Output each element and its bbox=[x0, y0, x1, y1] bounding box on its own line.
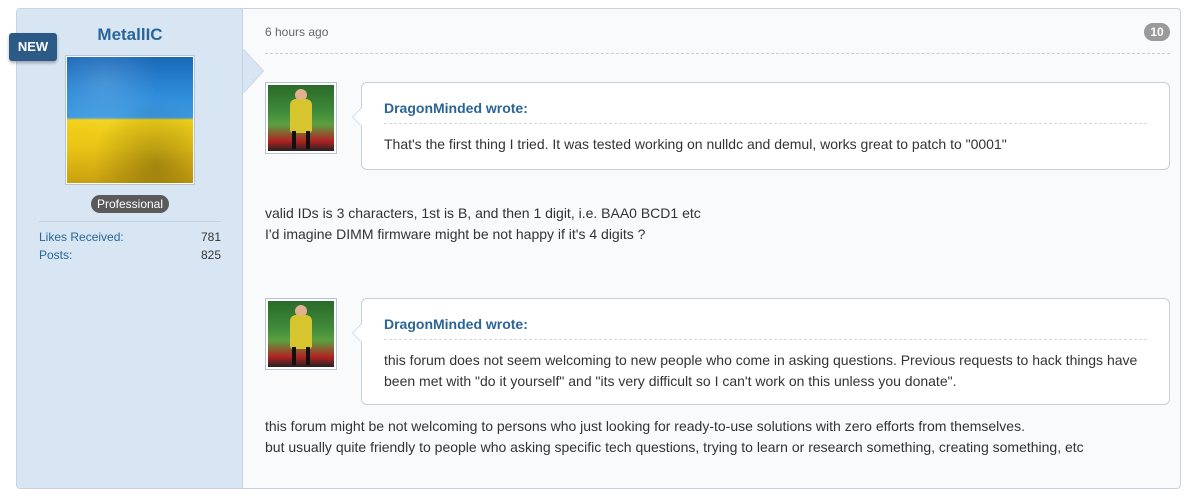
quote-author-link[interactable]: DragonMinded wrote: bbox=[384, 316, 528, 332]
avatar-image bbox=[268, 301, 334, 367]
stat-posts: Posts: 825 bbox=[39, 248, 221, 262]
forum-post: MetallIC Professional Likes Received: 78… bbox=[16, 8, 1181, 489]
reply-line: valid IDs is 3 characters, 1st is B, and… bbox=[265, 205, 701, 221]
quote-text: this forum does not seem welcoming to ne… bbox=[384, 352, 1138, 389]
stat-value: 781 bbox=[200, 230, 221, 244]
rank-badge: Professional bbox=[91, 195, 169, 213]
post-content: 6 hours ago 10 DragonMinded wrote: That'… bbox=[243, 9, 1180, 488]
reply-line: but usually quite friendly to people who… bbox=[265, 439, 1084, 455]
avatar-image bbox=[67, 57, 193, 183]
quoted-user-avatar[interactable] bbox=[265, 298, 337, 370]
quote-pointer-fill bbox=[353, 323, 363, 343]
quoted-user-avatar[interactable] bbox=[265, 82, 337, 154]
quote-block: DragonMinded wrote: this forum does not … bbox=[352, 298, 1170, 405]
quote-text: That's the first thing I tried. It was t… bbox=[384, 136, 1007, 152]
stat-label: Likes Received: bbox=[39, 230, 124, 244]
post-timestamp[interactable]: 6 hours ago bbox=[265, 25, 328, 39]
reply-line: this forum might be not welcoming to per… bbox=[265, 418, 1025, 434]
author-sidebar: MetallIC Professional Likes Received: 78… bbox=[17, 9, 243, 488]
reply-line: I'd imagine DIMM firmware might be not h… bbox=[265, 226, 646, 242]
avatar-image bbox=[268, 85, 334, 151]
quote-author-link[interactable]: DragonMinded wrote: bbox=[384, 100, 528, 116]
header-divider bbox=[265, 53, 1170, 54]
reply-text: valid IDs is 3 characters, 1st is B, and… bbox=[265, 203, 1160, 245]
new-member-badge: NEW bbox=[9, 33, 57, 61]
stat-label: Posts: bbox=[39, 248, 73, 262]
stat-value: 825 bbox=[200, 248, 221, 262]
reply-text: this forum might be not welcoming to per… bbox=[265, 416, 1160, 458]
quote-pointer-fill bbox=[353, 107, 363, 127]
quote-divider bbox=[384, 339, 1147, 340]
author-avatar[interactable] bbox=[65, 55, 195, 185]
stats-divider bbox=[39, 221, 221, 222]
quote-block: DragonMinded wrote: That's the first thi… bbox=[352, 82, 1170, 170]
quote-divider bbox=[384, 123, 1147, 124]
stat-likes-received: Likes Received: 781 bbox=[39, 230, 221, 244]
post-number-badge[interactable]: 10 bbox=[1144, 23, 1170, 41]
